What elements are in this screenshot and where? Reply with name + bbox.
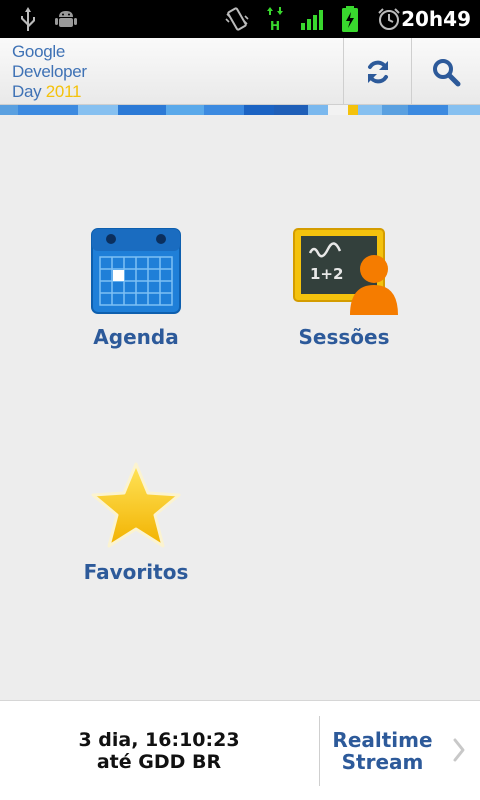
dashboard-label-sessoes: Sessões — [298, 325, 390, 349]
logo-line-developer: Developer — [12, 62, 87, 81]
hspa-data-icon: H — [267, 7, 283, 32]
status-bar: H 20h49 — [0, 0, 480, 38]
logo-line-day: Day 2011 — [12, 82, 82, 101]
svg-text:H: H — [270, 19, 280, 32]
action-bar: Google Developer Day 2011 — [0, 38, 480, 105]
dashboard-label-agenda: Agenda — [93, 325, 179, 349]
dashboard-item-favoritos[interactable]: Favoritos — [36, 460, 236, 600]
android-debug-icon — [55, 11, 77, 27]
refresh-icon — [367, 60, 388, 83]
countdown-timer: 3 dia, 16:10:23 até GDD BR — [0, 701, 318, 800]
refresh-button[interactable] — [343, 38, 411, 105]
gdd-logo[interactable]: Google Developer Day 2011 — [12, 42, 87, 102]
countdown-line1: 3 dia, 16:10:23 — [78, 729, 240, 751]
dashboard-label-favoritos: Favoritos — [83, 560, 189, 584]
chevron-right-icon — [453, 738, 465, 762]
alarm-icon — [378, 8, 400, 30]
battery-charging-icon — [342, 6, 358, 32]
vibrate-icon — [225, 7, 249, 31]
realtime-stream-button[interactable]: Realtime Stream — [320, 701, 480, 800]
color-stripe — [0, 105, 480, 115]
dashboard-item-agenda[interactable]: Agenda — [36, 225, 236, 365]
star-icon — [91, 462, 181, 548]
search-icon — [432, 58, 460, 86]
realtime-stream-label: Realtime Stream — [332, 728, 433, 774]
dashboard-grid: Agenda 1+2 Sessões Favoritos — [0, 115, 480, 700]
svg-text:1+2: 1+2 — [310, 265, 343, 283]
countdown-line2: até GDD BR — [96, 751, 222, 773]
footer-bar: 3 dia, 16:10:23 até GDD BR Realtime Stre… — [0, 700, 480, 800]
signal-icon — [301, 10, 323, 30]
chalkboard-icon: 1+2 — [293, 228, 398, 315]
dashboard-item-sessoes[interactable]: 1+2 Sessões — [244, 225, 444, 365]
search-button[interactable] — [411, 38, 479, 105]
status-time: 20h49 — [401, 7, 471, 31]
logo-line-google: Google — [12, 42, 66, 61]
calendar-icon — [91, 228, 181, 314]
usb-icon — [21, 7, 35, 31]
